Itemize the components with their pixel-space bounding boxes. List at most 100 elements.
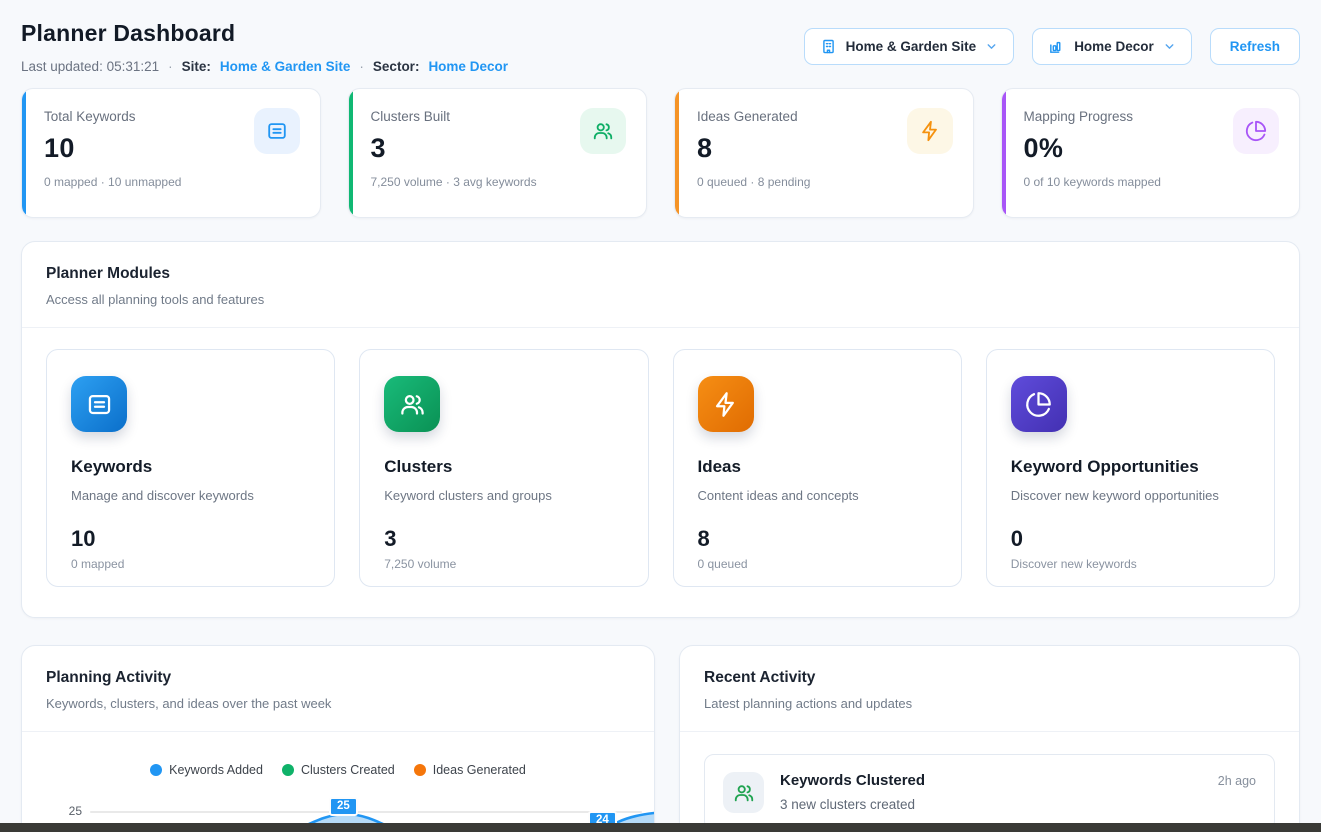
planning-activity-title: Planning Activity <box>46 669 630 687</box>
sector-dropdown-label: Home Decor <box>1074 39 1154 54</box>
module-card-keywords[interactable]: Keywords Manage and discover keywords 10… <box>46 349 335 587</box>
site-link[interactable]: Home & Garden Site <box>220 59 351 74</box>
recent-activity-title: Recent Activity <box>704 669 1275 687</box>
module-stat-label: 0 queued <box>698 557 937 571</box>
accent-stripe <box>22 89 26 217</box>
stat-icon-chip <box>1233 108 1279 154</box>
module-icon-chip <box>384 376 440 432</box>
activity-time: 2h ago <box>1218 774 1256 788</box>
sector-label: Sector: <box>373 59 420 74</box>
activity-title: Keywords Clustered <box>780 772 925 789</box>
recent-activity-subtitle: Latest planning actions and updates <box>704 696 1275 711</box>
users-icon <box>399 391 426 418</box>
chevron-down-icon <box>985 40 998 53</box>
module-stat-label: 0 mapped <box>71 557 310 571</box>
stat-icon-chip <box>580 108 626 154</box>
module-card-keyword-opportunities[interactable]: Keyword Opportunities Discover new keywo… <box>986 349 1275 587</box>
bottom-row: Planning Activity Keywords, clusters, an… <box>21 645 1300 832</box>
site-dropdown[interactable]: Home & Garden Site <box>804 28 1015 65</box>
legend-label: Keywords Added <box>169 763 263 777</box>
module-description: Content ideas and concepts <box>698 488 937 503</box>
activity-item-keywords-clustered: Keywords Clustered 2h ago 3 new clusters… <box>704 754 1275 831</box>
sector-dropdown[interactable]: Home Decor <box>1032 28 1192 65</box>
module-card-clusters[interactable]: Clusters Keyword clusters and groups 3 7… <box>359 349 648 587</box>
pie-chart-icon <box>1025 391 1052 418</box>
accent-stripe <box>349 89 353 217</box>
legend-item-clusters-created: Clusters Created <box>282 763 395 777</box>
module-stat-value: 8 <box>698 526 937 552</box>
last-updated-text: Last updated: 05:31:21 <box>21 59 159 74</box>
stat-card-ideas-generated: Ideas Generated 8 0 queued · 8 pending <box>674 88 974 218</box>
legend-dot-orange <box>414 764 426 776</box>
planning-activity-panel: Planning Activity Keywords, clusters, an… <box>21 645 655 832</box>
module-stat-label: Discover new keywords <box>1011 557 1250 571</box>
legend-label: Clusters Created <box>301 763 395 777</box>
module-title: Ideas <box>698 457 937 477</box>
module-title: Keywords <box>71 457 310 477</box>
recent-activity-header: Recent Activity Latest planning actions … <box>680 646 1299 732</box>
users-icon <box>592 120 614 142</box>
module-description: Keyword clusters and groups <box>384 488 623 503</box>
chevron-down-icon <box>1163 40 1176 53</box>
module-stat-value: 10 <box>71 526 310 552</box>
modules-subtitle: Access all planning tools and features <box>46 292 1275 307</box>
modules-header: Planner Modules Access all planning tool… <box>22 242 1299 328</box>
module-stat-label: 7,250 volume <box>384 557 623 571</box>
users-icon <box>733 782 755 804</box>
planning-activity-header: Planning Activity Keywords, clusters, an… <box>22 646 654 732</box>
stat-icon-chip <box>254 108 300 154</box>
module-stat-value: 3 <box>384 526 623 552</box>
stat-card-clusters-built: Clusters Built 3 7,250 volume · 3 avg ke… <box>348 88 648 218</box>
module-icon-chip <box>1011 376 1067 432</box>
data-point-label: 25 <box>329 797 358 816</box>
stat-subtitle: 0 queued · 8 pending <box>697 175 953 189</box>
meta-line: Last updated: 05:31:21 · Site: Home & Ga… <box>21 59 508 74</box>
stat-card-mapping-progress: Mapping Progress 0% 0 of 10 keywords map… <box>1001 88 1301 218</box>
module-card-ideas[interactable]: Ideas Content ideas and concepts 8 0 que… <box>673 349 962 587</box>
accent-stripe <box>1002 89 1006 217</box>
module-description: Manage and discover keywords <box>71 488 310 503</box>
stat-subtitle: 0 mapped · 10 unmapped <box>44 175 300 189</box>
refresh-button[interactable]: Refresh <box>1210 28 1300 65</box>
module-stat-value: 0 <box>1011 526 1250 552</box>
file-text-icon <box>266 120 288 142</box>
accent-stripe <box>675 89 679 217</box>
file-text-icon <box>86 391 113 418</box>
stat-icon-chip <box>907 108 953 154</box>
meta-separator: · <box>359 59 364 74</box>
pie-chart-icon <box>1245 120 1267 142</box>
stats-row: Total Keywords 10 0 mapped · 10 unmapped… <box>21 88 1300 218</box>
topbar: Planner Dashboard Last updated: 05:31:21… <box>21 20 1300 74</box>
activity-icon-chip <box>723 772 764 813</box>
stat-card-total-keywords: Total Keywords 10 0 mapped · 10 unmapped <box>21 88 321 218</box>
legend-dot-blue <box>150 764 162 776</box>
legend-dot-green <box>282 764 294 776</box>
bottom-screen-strip <box>0 823 1321 832</box>
meta-separator: · <box>168 59 173 74</box>
legend-label: Ideas Generated <box>433 763 526 777</box>
module-icon-chip <box>698 376 754 432</box>
site-label: Site: <box>182 59 211 74</box>
zap-icon <box>712 391 739 418</box>
module-title: Keyword Opportunities <box>1011 457 1250 477</box>
stat-subtitle: 0 of 10 keywords mapped <box>1024 175 1280 189</box>
modules-title: Planner Modules <box>46 265 1275 283</box>
activity-body: Keywords Clustered 2h ago 3 new clusters… <box>780 772 1256 812</box>
legend-item-ideas-generated: Ideas Generated <box>414 763 526 777</box>
topbar-left: Planner Dashboard Last updated: 05:31:21… <box>21 20 508 74</box>
stat-subtitle: 7,250 volume · 3 avg keywords <box>371 175 627 189</box>
bar-chart-icon <box>1048 38 1065 55</box>
page-title: Planner Dashboard <box>21 20 508 47</box>
module-title: Clusters <box>384 457 623 477</box>
activity-description: 3 new clusters created <box>780 797 1256 812</box>
site-dropdown-label: Home & Garden Site <box>846 39 977 54</box>
sector-link[interactable]: Home Decor <box>428 59 508 74</box>
planning-activity-subtitle: Keywords, clusters, and ideas over the p… <box>46 696 630 711</box>
refresh-button-label: Refresh <box>1230 39 1280 54</box>
topbar-controls: Home & Garden Site Home Decor Refresh <box>804 28 1300 65</box>
chart-legend: Keywords Added Clusters Created Ideas Ge… <box>22 763 654 777</box>
zap-icon <box>919 120 941 142</box>
recent-activity-panel: Recent Activity Latest planning actions … <box>679 645 1300 832</box>
module-icon-chip <box>71 376 127 432</box>
legend-item-keywords-added: Keywords Added <box>150 763 263 777</box>
